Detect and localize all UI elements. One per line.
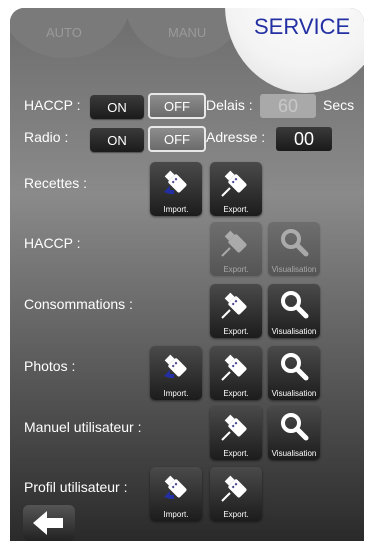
magnifier-icon [281,291,309,319]
radio-off-button[interactable]: OFF [148,126,206,152]
haccp-export-button[interactable]: Export. [210,222,262,276]
usb-export-icon [221,230,247,257]
manuel-visualisation-caption: Visualisation [271,449,317,458]
usb-export-icon [221,414,247,441]
magnifier-icon [281,353,309,381]
photos-visualisation-button[interactable]: Visualisation [268,346,320,400]
recettes-import-caption: Import. [163,205,189,214]
profil-export-button[interactable]: Export. [210,467,262,521]
consommations-export-caption: Export. [223,327,249,336]
haccp-on-button[interactable]: ON [90,95,144,119]
usb-import-icon [164,354,187,378]
usb-export-icon [221,354,247,381]
usb-import-icon [164,170,187,194]
magnifier-icon [281,413,309,441]
profil-import-button[interactable]: Import. [150,467,202,521]
photos-export-caption: Export. [223,389,249,398]
haccp-visualisation-caption: Visualisation [271,265,317,274]
photos-import-button[interactable]: Import. [150,346,202,400]
manuel-utilisateur-label: Manuel utilisateur : [24,419,142,435]
haccp-visualisation-button[interactable]: Visualisation [268,222,320,276]
photos-label: Photos : [24,358,76,374]
photos-export-button[interactable]: Export. [210,346,262,400]
tab-auto-label: AUTO [46,25,82,40]
back-arrow-icon [33,511,63,535]
haccp-section-label: HACCP : [24,235,81,251]
profil-utilisateur-label: Profil utilisateur : [24,479,128,495]
usb-import-icon [164,475,187,499]
photos-import-caption: Import. [163,389,189,398]
recettes-export-button[interactable]: Export. [210,162,262,216]
usb-export-icon [221,475,247,502]
photos-visualisation-caption: Visualisation [271,389,317,398]
recettes-label: Recettes : [24,175,88,191]
profil-export-caption: Export. [223,510,249,519]
consommations-export-button[interactable]: Export. [210,284,262,338]
usb-export-icon [221,292,247,319]
haccp-off-button[interactable]: OFF [148,93,206,119]
delais-field[interactable]: 60 [260,94,316,118]
profil-import-caption: Import. [163,510,189,519]
magnifier-icon [281,229,309,257]
manuel-export-button[interactable]: Export. [210,406,262,460]
tab-service-label: SERVICE [254,14,351,39]
usb-export-icon [221,170,247,197]
adresse-field[interactable]: 00 [276,127,332,151]
recettes-import-button[interactable]: Import. [150,162,202,216]
delais-unit: Secs [323,97,355,113]
manuel-visualisation-button[interactable]: Visualisation [268,406,320,460]
haccp-export-caption: Export. [223,265,249,274]
manuel-export-caption: Export. [223,449,249,458]
delais-label: Delais : [206,97,253,113]
consommations-visualisation-button[interactable]: Visualisation [268,284,320,338]
adresse-label: Adresse : [206,129,266,145]
radio-toggle-label: Radio : [24,129,69,145]
consommations-label: Consommations : [24,296,133,312]
service-panel: AUTO MANU SERVICE HACCP : ON OFF Delais … [10,8,364,541]
consommations-visualisation-caption: Visualisation [271,327,317,336]
recettes-export-caption: Export. [223,205,249,214]
back-button[interactable] [23,505,75,541]
haccp-toggle-label: HACCP : [24,97,81,113]
tab-manu-label: MANU [168,25,207,40]
radio-on-button[interactable]: ON [90,128,144,152]
